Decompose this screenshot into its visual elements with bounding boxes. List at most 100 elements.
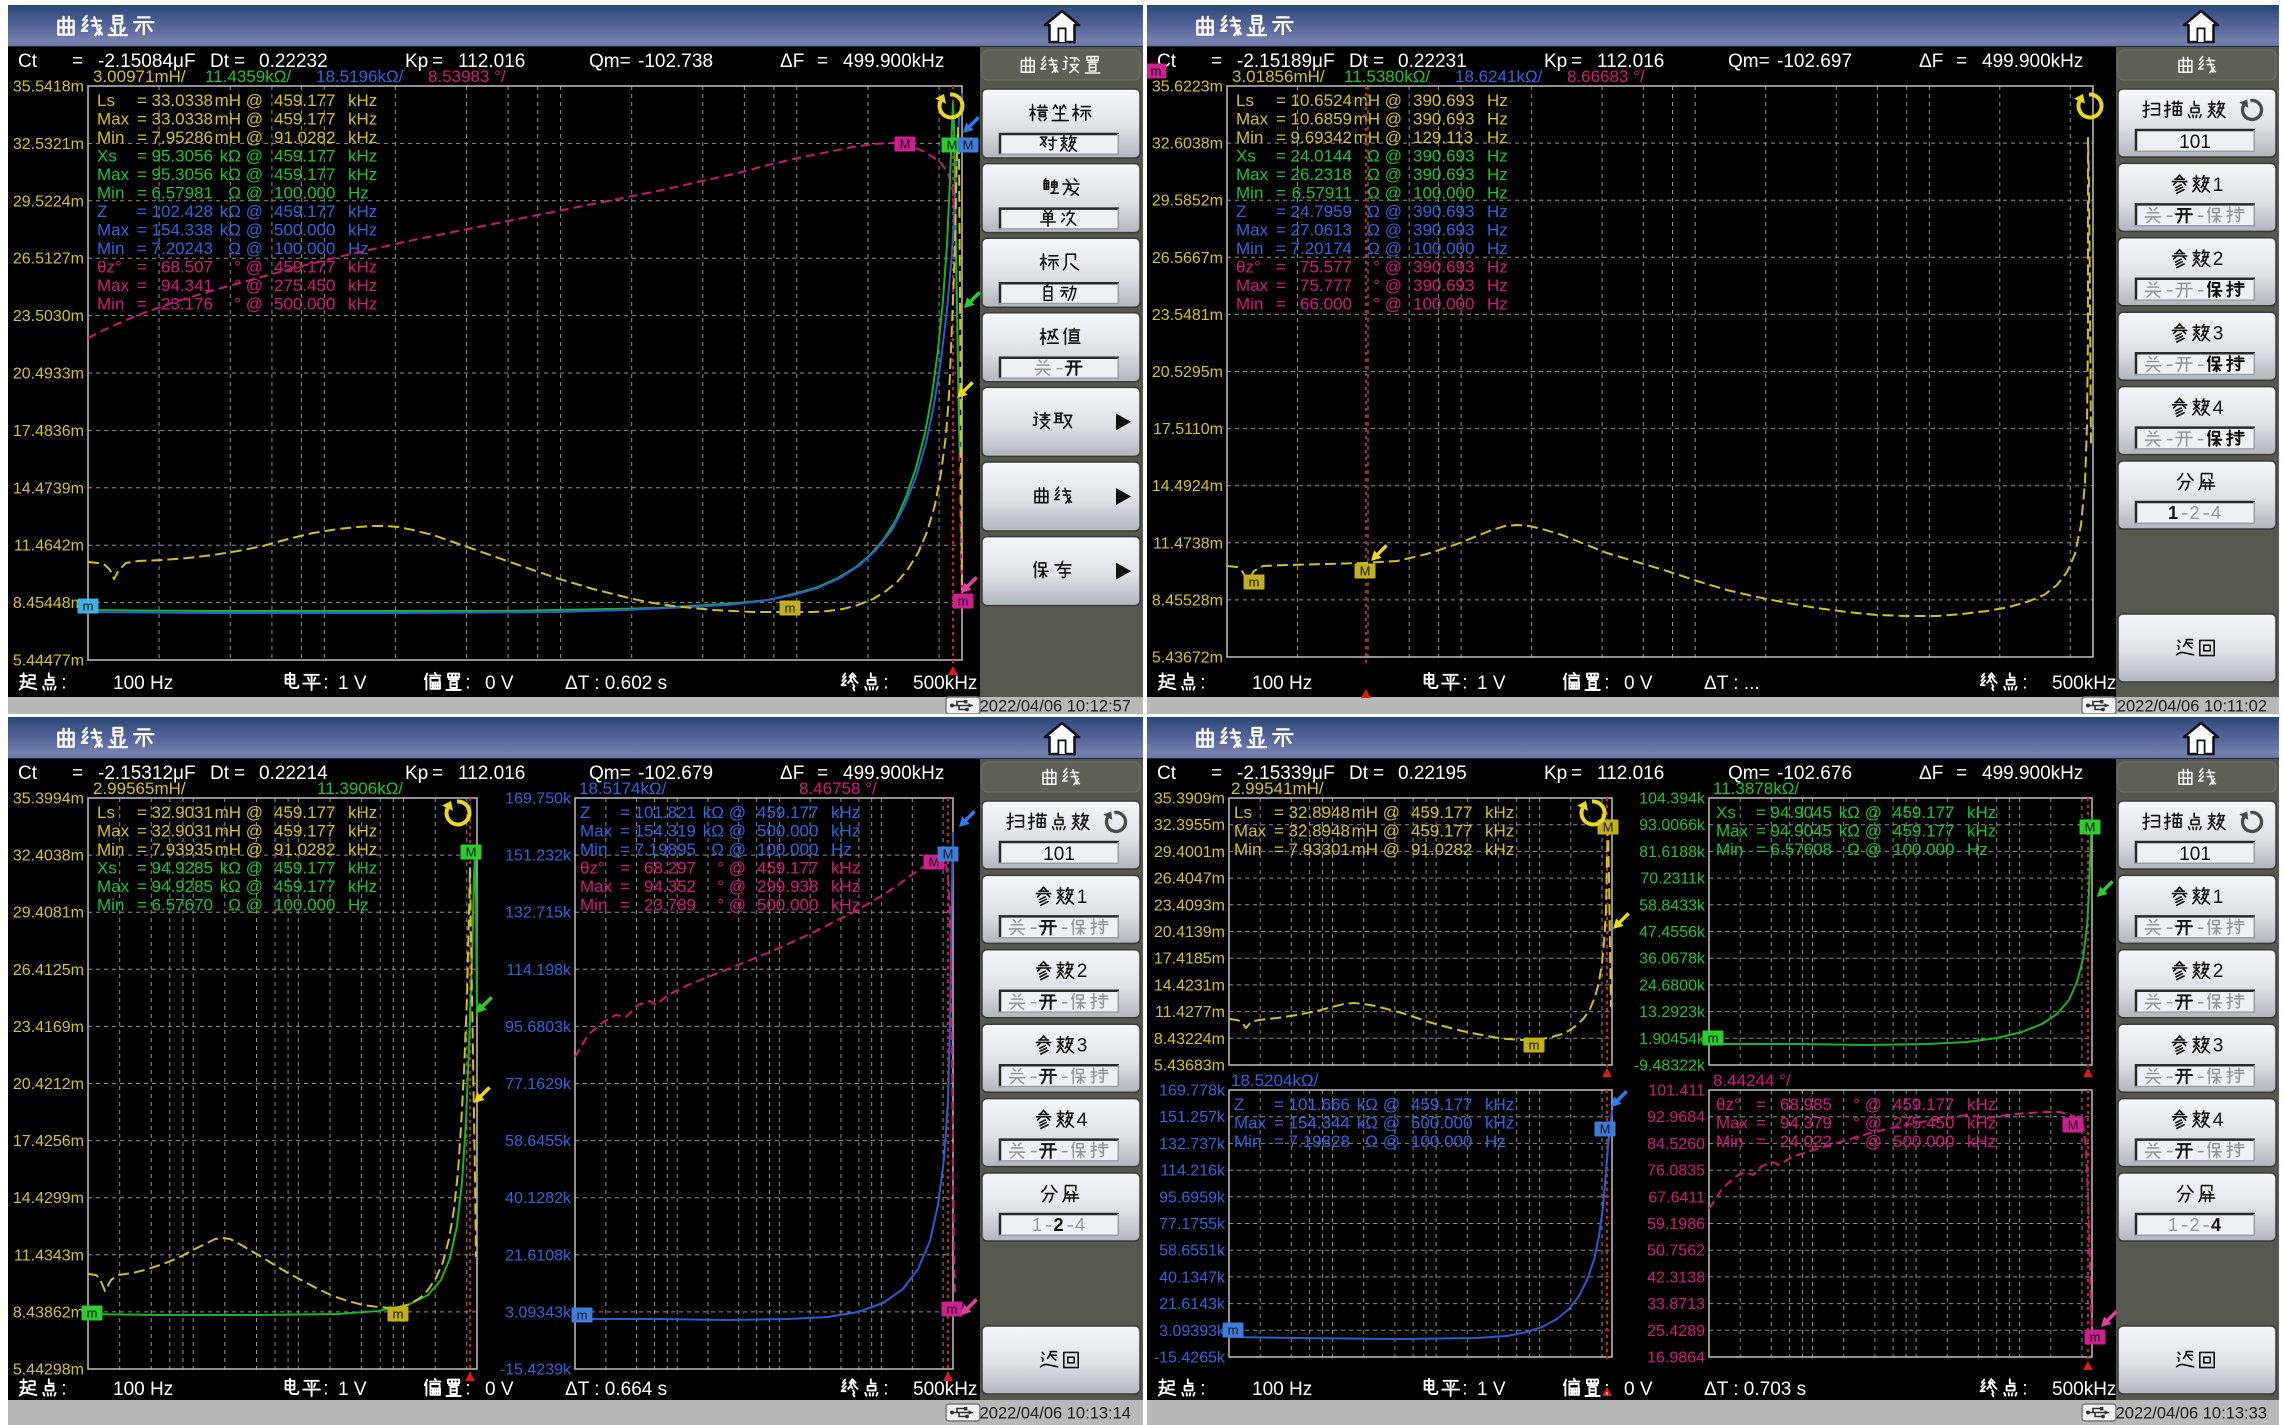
svg-text:7.20174: 7.20174 — [1291, 239, 1352, 258]
svg-text:Ct: Ct — [18, 763, 38, 784]
svg-text:kHz: kHz — [831, 822, 860, 841]
svg-text:=: = — [1756, 1132, 1766, 1151]
svg-text:Max: Max — [97, 276, 130, 295]
svg-text:26.5127m: 26.5127m — [13, 251, 84, 268]
svg-text:102.428: 102.428 — [152, 202, 213, 221]
svg-text:=: = — [137, 822, 147, 841]
svg-text:=: = — [1211, 763, 1222, 784]
svg-text:75.577: 75.577 — [1300, 258, 1352, 277]
svg-text:459.177: 459.177 — [274, 877, 335, 896]
svg-text:Hz: Hz — [1485, 1132, 1506, 1151]
svg-text:Hz: Hz — [348, 896, 369, 915]
svg-text:=: = — [1276, 147, 1286, 166]
svg-text:=: = — [817, 51, 828, 72]
svg-text:Max: Max — [97, 877, 130, 896]
svg-text:=: = — [137, 110, 147, 129]
svg-text:kHz: kHz — [348, 840, 377, 859]
svg-text:° @: ° @ — [1853, 1095, 1882, 1114]
svg-text:Ω @: Ω @ — [1367, 165, 1402, 184]
svg-text:6.57981: 6.57981 — [152, 184, 213, 203]
svg-text:32.6038m: 32.6038m — [1152, 136, 1223, 153]
svg-text:459.177: 459.177 — [1893, 1095, 1954, 1114]
svg-text:8.43224m: 8.43224m — [1154, 1031, 1225, 1048]
svg-text:18.5204kΩ/: 18.5204kΩ/ — [1231, 1071, 1319, 1090]
svg-text:=: = — [1276, 239, 1286, 258]
svg-text:70.2311k: 70.2311k — [1640, 871, 1706, 888]
svg-text:ΔT : 0.703 s: ΔT : 0.703 s — [1704, 1379, 1806, 1400]
svg-text:5.44298m: 5.44298m — [13, 1362, 84, 1379]
svg-text:459.177: 459.177 — [274, 91, 335, 110]
svg-text:kHz: kHz — [1485, 1095, 1514, 1114]
svg-text:mH @: mH @ — [1354, 110, 1402, 129]
svg-text:100.000: 100.000 — [1413, 295, 1474, 314]
svg-text:24.022: 24.022 — [1780, 1132, 1832, 1151]
svg-text:° @: ° @ — [1373, 295, 1402, 314]
svg-text:499.900kHz: 499.900kHz — [843, 51, 944, 72]
svg-text:=: = — [137, 295, 147, 314]
svg-text:M: M — [466, 845, 477, 860]
svg-text:kΩ @: kΩ @ — [1839, 822, 1882, 841]
svg-text:kHz: kHz — [348, 202, 377, 221]
svg-text:459.177: 459.177 — [1411, 803, 1472, 822]
svg-text:59.1986: 59.1986 — [1647, 1216, 1705, 1233]
svg-text:7.19895: 7.19895 — [635, 840, 696, 859]
svg-text:13.2923k: 13.2923k — [1639, 1004, 1706, 1021]
svg-text:Max: Max — [1716, 1114, 1749, 1133]
svg-text:500.000: 500.000 — [1411, 1114, 1472, 1133]
svg-text:° @: ° @ — [234, 258, 263, 277]
svg-text:11.4277m: 11.4277m — [1155, 1004, 1225, 1021]
svg-text:23.4093m: 23.4093m — [1154, 897, 1225, 914]
svg-text:=: = — [137, 276, 147, 295]
svg-text:499.900kHz: 499.900kHz — [1982, 51, 2083, 72]
svg-text:11.3906kΩ/: 11.3906kΩ/ — [317, 779, 403, 798]
svg-text:100.000: 100.000 — [757, 840, 818, 859]
svg-text:390.693: 390.693 — [1413, 221, 1474, 240]
svg-text:m: m — [577, 1308, 588, 1323]
svg-text:kHz: kHz — [1967, 1095, 1996, 1114]
svg-text:390.693: 390.693 — [1413, 202, 1474, 221]
svg-text:Hz: Hz — [1487, 258, 1508, 277]
svg-text:104.394k: 104.394k — [1639, 791, 1706, 808]
svg-text:100.000: 100.000 — [274, 896, 335, 915]
svg-text:ΔF: ΔF — [1919, 763, 1943, 784]
svg-text:=: = — [620, 859, 630, 878]
svg-text:1.90454k: 1.90454k — [1639, 1031, 1706, 1048]
svg-text:Max: Max — [1236, 110, 1269, 129]
svg-text:2: 2 — [1054, 1215, 1064, 1235]
svg-text:=: = — [1276, 165, 1286, 184]
svg-text:=: = — [1373, 763, 1384, 784]
svg-text:2: 2 — [2213, 249, 2224, 270]
svg-text:=: = — [137, 896, 147, 915]
svg-text:14.4231m: 14.4231m — [1154, 977, 1225, 994]
svg-text:40.1282k: 40.1282k — [505, 1190, 572, 1207]
svg-text:=: = — [1276, 221, 1286, 240]
svg-text:Z: Z — [1234, 1095, 1244, 1114]
svg-text:32.4038m: 32.4038m — [13, 848, 84, 865]
svg-text:° @: ° @ — [234, 295, 263, 314]
svg-text:° @: ° @ — [717, 859, 746, 878]
svg-text::: : — [883, 1378, 888, 1399]
svg-text:=: = — [1274, 1114, 1284, 1133]
svg-text:91.0282: 91.0282 — [274, 128, 335, 147]
svg-text:Ω @: Ω @ — [228, 184, 263, 203]
svg-text:kHz: kHz — [831, 859, 860, 878]
svg-text:18.5196kΩ/: 18.5196kΩ/ — [316, 67, 404, 86]
svg-text:=: = — [620, 803, 630, 822]
svg-text:4: 4 — [1075, 1215, 1085, 1235]
svg-text:1: 1 — [1032, 1215, 1042, 1235]
svg-text:=: = — [620, 896, 630, 915]
svg-text:154.338: 154.338 — [152, 221, 213, 240]
svg-text:129.113: 129.113 — [1413, 128, 1473, 147]
svg-text:=: = — [1756, 1095, 1766, 1114]
svg-text:459.177: 459.177 — [274, 202, 335, 221]
svg-text:23.4169m: 23.4169m — [13, 1019, 84, 1036]
svg-text:Min: Min — [1234, 840, 1261, 859]
svg-text:Z: Z — [97, 202, 107, 221]
svg-text:390.693: 390.693 — [1413, 147, 1474, 166]
svg-text:0.22195: 0.22195 — [1398, 763, 1467, 784]
svg-text:M: M — [1603, 820, 1614, 835]
svg-text:m: m — [1529, 1038, 1540, 1053]
svg-text:154.344: 154.344 — [1289, 1114, 1350, 1133]
svg-text:67.6411: 67.6411 — [1648, 1189, 1705, 1206]
svg-text:94.9045: 94.9045 — [1771, 822, 1832, 841]
